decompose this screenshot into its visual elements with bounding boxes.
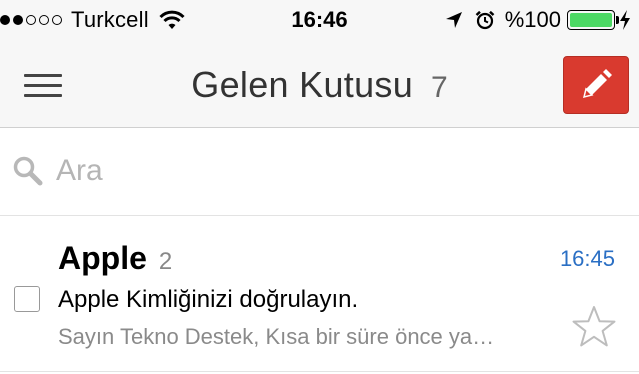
unread-count-badge: 7: [431, 71, 448, 104]
signal-dot: [26, 15, 36, 25]
compose-button[interactable]: [563, 56, 629, 114]
signal-dot: [0, 15, 10, 25]
sender-line: Apple 2: [58, 238, 172, 278]
list-divider: [0, 371, 639, 372]
select-checkbox[interactable]: [14, 286, 40, 312]
mail-time: 16:45: [559, 246, 615, 271]
search-icon: [13, 156, 43, 186]
alarm-icon: [475, 10, 495, 30]
hamburger-menu-icon[interactable]: [24, 74, 62, 98]
signal-dot: [13, 15, 23, 25]
wifi-icon: [159, 10, 185, 29]
mail-subject: Apple Kimliğinizi doğrulayın.: [58, 286, 359, 313]
signal-dot: [52, 15, 62, 25]
battery-level-fill: [570, 13, 612, 27]
battery-cap: [616, 16, 619, 24]
menu-line: [24, 84, 62, 87]
signal-strength-icon: [0, 15, 65, 25]
star-icon[interactable]: [571, 304, 617, 350]
pencil-icon: [582, 69, 612, 99]
carrier-name: Turkcell: [71, 7, 149, 32]
status-bar: Turkcell 16:46 %100: [0, 0, 639, 40]
battery-icon: [567, 10, 619, 30]
thread-count: 2: [158, 248, 173, 275]
search-bar: [0, 128, 639, 216]
header-title-group: Gelen Kutusu 7: [0, 64, 639, 108]
signal-dot: [39, 15, 49, 25]
status-left: Turkcell: [0, 0, 185, 40]
page-title: Gelen Kutusu: [191, 64, 414, 105]
menu-line: [24, 74, 62, 77]
location-arrow-icon: [445, 12, 462, 28]
status-right: %100: [445, 0, 631, 40]
battery-percentage: %100: [504, 7, 561, 32]
menu-line: [24, 94, 62, 97]
charging-bolt-icon: [620, 10, 630, 30]
mail-snippet: Sayın Tekno Destek, Kısa bir süre önce y…: [58, 324, 495, 349]
sender-name: Apple: [58, 240, 147, 276]
search-input[interactable]: [56, 150, 616, 192]
app-header: Gelen Kutusu 7: [0, 40, 639, 128]
mail-list-item[interactable]: Apple 2 16:45 Apple Kimliğinizi doğrulayı…: [0, 216, 639, 374]
